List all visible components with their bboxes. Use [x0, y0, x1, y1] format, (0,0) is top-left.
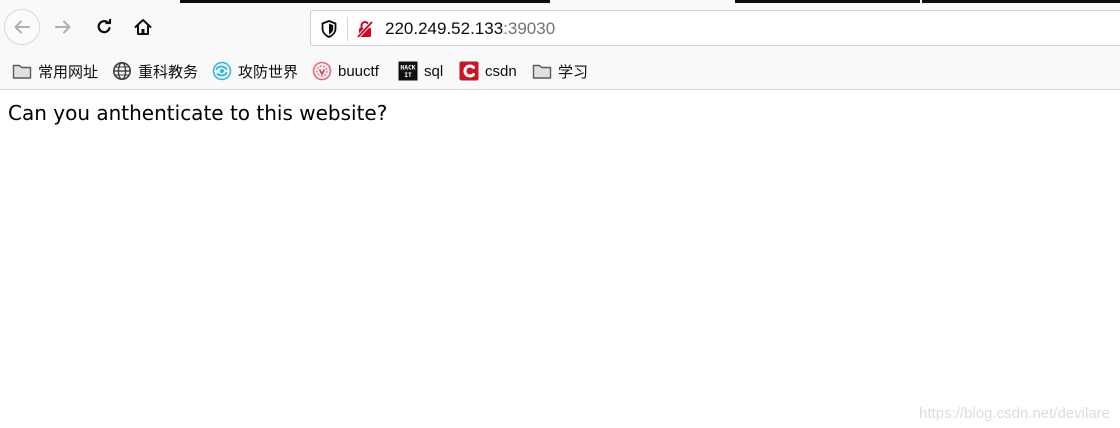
address-bar-divider	[347, 17, 348, 41]
hackit-icon: HACK IT	[398, 61, 418, 81]
bookmark-label: 重科教务	[138, 63, 199, 81]
navigation-toolbar: 220.249.52.133:39030	[0, 3, 1120, 53]
bookmark-label: 攻防世界	[238, 63, 299, 81]
bookmark-label: 常用网址	[38, 63, 99, 81]
folder-icon	[12, 61, 32, 81]
url-host: 220.249.52.133	[385, 19, 504, 38]
arrow-right-icon	[55, 20, 71, 34]
adworld-icon	[212, 61, 232, 81]
folder-icon	[532, 61, 552, 81]
bookmark-folder-study[interactable]: 学习	[532, 60, 588, 82]
csdn-icon	[459, 61, 479, 81]
forward-button[interactable]	[45, 9, 81, 45]
bookmark-label: csdn	[485, 62, 517, 80]
bookmark-adworld[interactable]: 攻防世界	[212, 60, 298, 82]
address-bar[interactable]: 220.249.52.133:39030	[310, 10, 1120, 46]
url-text[interactable]: 220.249.52.133:39030	[385, 19, 555, 39]
bookmark-label: buuctf	[338, 62, 379, 80]
url-port: :39030	[503, 19, 556, 38]
svg-text:IT: IT	[404, 72, 412, 79]
bookmarks-toolbar: 常用网址 重科教务 攻防世界 buuctf HACK IT sql csdn 学…	[0, 53, 1120, 90]
bookmark-buuctf[interactable]: buuctf	[312, 60, 379, 82]
arrow-left-icon	[14, 20, 30, 34]
bookmark-label: 学习	[558, 63, 589, 81]
buuctf-icon	[312, 61, 332, 81]
tracking-shield-icon[interactable]	[319, 19, 339, 39]
reload-icon	[97, 19, 112, 34]
globe-icon	[112, 61, 132, 81]
insecure-lock-icon[interactable]	[355, 19, 375, 39]
bookmark-label: sql	[424, 62, 444, 80]
svg-text:HACK: HACK	[400, 64, 415, 71]
home-button[interactable]	[125, 9, 161, 45]
page-message: Can you anthenticate to this website?	[8, 101, 388, 125]
bookmark-folder-common-sites[interactable]: 常用网址	[12, 60, 98, 82]
home-icon	[134, 19, 152, 35]
bookmark-course-system[interactable]: 重科教务	[112, 60, 198, 82]
watermark: https://blog.csdn.net/devilare	[919, 405, 1110, 422]
reload-button[interactable]	[86, 9, 122, 45]
bookmark-sql[interactable]: HACK IT sql	[398, 60, 443, 82]
back-button[interactable]	[4, 9, 40, 45]
bookmark-csdn[interactable]: csdn	[459, 60, 517, 82]
